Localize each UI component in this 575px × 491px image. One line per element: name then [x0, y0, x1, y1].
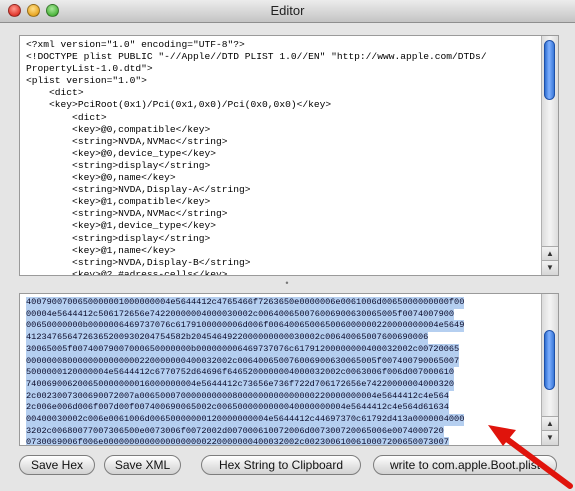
split-view-divider-icon[interactable]: • — [283, 279, 291, 288]
hex-line: 5000000120000004e5644412c6770752d64696f6… — [26, 367, 455, 379]
xml-line: <string>display</string> — [72, 159, 211, 171]
hex-line: 2c0023007300690072007a006500070000000000… — [26, 390, 449, 403]
xml-line: <string>NVDA,Display-B</string> — [72, 256, 251, 268]
xml-line: <string>display</string> — [72, 232, 211, 244]
hex-to-clipboard-button[interactable]: Hex String to Clipboard — [201, 455, 361, 475]
xml-line: <plist version="1.0"> — [26, 75, 147, 87]
save-hex-button[interactable]: Save Hex — [19, 455, 95, 475]
xml-line: <key>PciRoot(0x1)/Pci(0x1,0x0)/Pci(0x0,0… — [49, 99, 332, 111]
xml-line: <key>@0,name</key> — [72, 172, 176, 184]
editor-window: Editor <?xml version="1.0" encoding="UTF… — [0, 0, 575, 491]
xml-line: <key>@1,compatible</key> — [72, 196, 211, 208]
scroll-down-arrow-icon[interactable]: ▼ — [542, 260, 558, 275]
xml-line: <string>NVDA,NVMac</string> — [72, 135, 228, 147]
xml-line: <key>@1,device_type</key> — [72, 220, 216, 232]
xml-line: <!DOCTYPE plist PUBLIC "-//Apple//DTD PL… — [26, 51, 487, 63]
xml-vertical-scrollbar[interactable]: ▲ ▼ — [541, 36, 558, 275]
xml-text-area[interactable]: <?xml version="1.0" encoding="UTF-8"?> <… — [19, 35, 559, 276]
xml-line: <string>NVDA,Display-A</string> — [72, 184, 251, 196]
hex-line: 4123476564726365200930204754582b20454649… — [26, 332, 429, 344]
hex-content[interactable]: 4007900700650000001000000004e5644412c476… — [26, 297, 536, 445]
hex-line: 00650000000b0000006469737076c61791000000… — [26, 320, 465, 333]
annotation-arrow-icon — [488, 425, 573, 489]
xml-line: <?xml version="1.0" encoding="UTF-8"?> — [26, 39, 245, 50]
hex-line: 2c006e006d006f007d00f007400690065002c006… — [26, 402, 449, 415]
hex-line: 0000000800000000000000220000000400032002… — [26, 355, 460, 368]
xml-scroll-thumb[interactable] — [544, 40, 555, 100]
xml-line: <dict> — [72, 111, 107, 123]
hex-scroll-thumb[interactable] — [544, 330, 555, 390]
xml-line: <key>@0,compatible</key> — [72, 123, 211, 135]
xml-line: <string>NVDA,NVMac</string> — [72, 208, 228, 220]
hex-line: 740069006200650000000016000000004e564441… — [26, 378, 455, 391]
save-xml-button[interactable]: Save XML — [104, 455, 181, 475]
xml-line: <key>@1,name</key> — [72, 244, 176, 256]
xml-line: <dict> — [49, 87, 84, 99]
hex-line: 00004e5644412c506172656e7422000000400003… — [26, 308, 455, 321]
hex-line: 00400030002c006e0061006d0065000000012000… — [26, 414, 465, 426]
window-title: Editor — [270, 3, 305, 18]
hex-line: 4007900700650000001000000004e5644412c476… — [26, 297, 465, 309]
title-bar[interactable]: Editor — [0, 0, 575, 23]
xml-line: <key>@2,#adress-cells</key> — [72, 268, 228, 276]
hex-line: 3202c00680077007306500e0073006f0072002d0… — [26, 425, 444, 438]
hex-line: 0730069006f006e0000000000000000000022000… — [26, 437, 449, 445]
xml-content[interactable]: <?xml version="1.0" encoding="UTF-8"?> <… — [26, 39, 534, 276]
xml-line: PropertyList-1.0.dtd"> — [26, 63, 153, 75]
scroll-up-arrow-icon[interactable]: ▲ — [542, 246, 558, 261]
hex-line: 30065005f00740079007000650000000b0000000… — [26, 343, 460, 356]
xml-line: <key>@0,device_type</key> — [72, 147, 216, 159]
